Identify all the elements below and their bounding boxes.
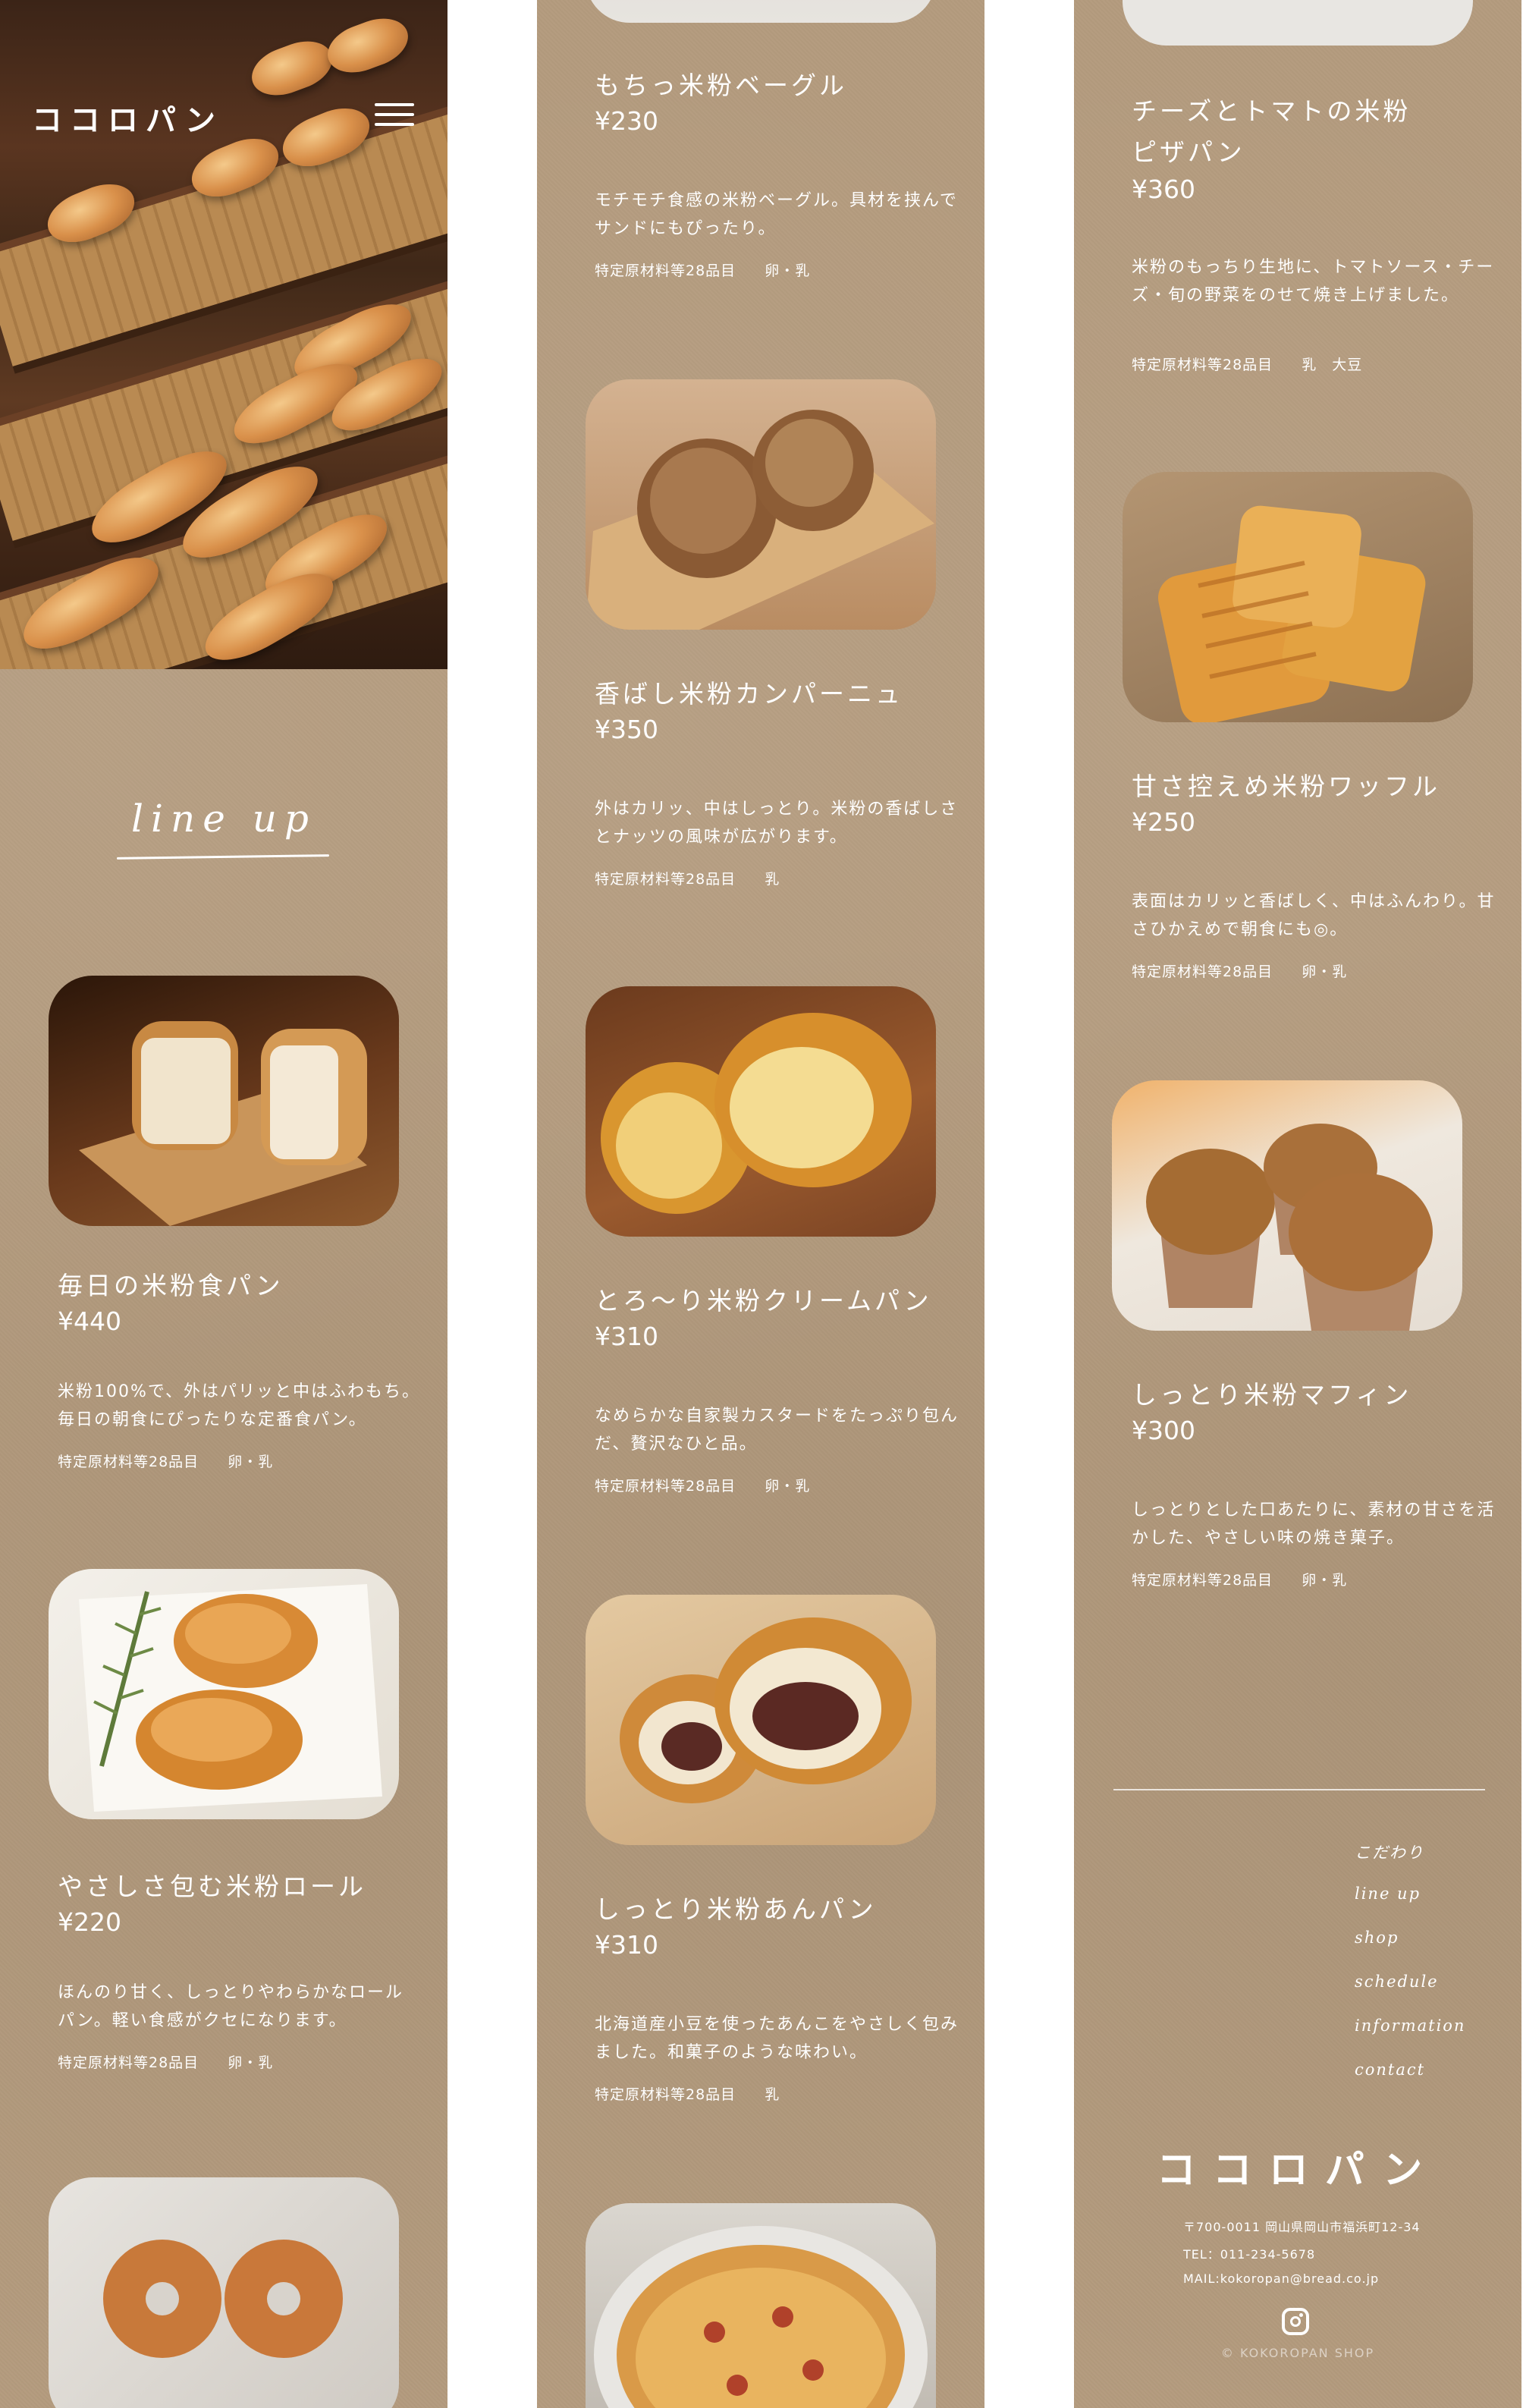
product-name: とろ～り米粉クリームパン [595,1286,932,1316]
allergen-info: 特定原材料等28品目 卵・乳 [595,259,810,280]
product-photo-campagne [586,379,936,630]
footer-nav-schedule[interactable]: schedule [1355,1973,1439,1991]
allergen-label: 特定原材料等28品目 [1132,357,1273,373]
product-photo-bagels-continued [586,0,936,23]
allergen-info: 特定原材料等28品目 卵・乳 [58,1451,273,1471]
product-price: ¥350 [595,715,658,744]
copyright: © KOKOROPAN SHOP [1220,2346,1375,2360]
product-photo-rolls [49,1569,399,1819]
product-description: しっとりとした口あたりに、素材の甘さを活かした、やさしい味の焼き菓子。 [1132,1501,1496,1548]
product-name: 甘さ控えめ米粉ワッフル [1132,772,1440,801]
section-title: line up [131,797,316,841]
section-title-underline [116,854,330,860]
product-price: ¥310 [595,1930,658,1960]
footer-nav-line-up[interactable]: line up [1355,1885,1421,1903]
product-name: しっとり米粉あんパン [595,1894,877,1924]
allergen-list: 卵・乳 [228,2054,274,2071]
product-description: 米粉100%で、外はパリッと中はふわもち。毎日の朝食にぴったりな定番食パン。 [58,1382,421,1429]
allergen-list: 卵・乳 [765,1478,811,1495]
allergen-list: 卵・乳 [1302,964,1348,980]
allergen-info: 特定原材料等28品目 乳 [595,2083,780,2104]
page-segment-bottom: チーズとトマトの米粉 ピザパン ¥360 米粉のもっちり生地に、トマトソース・チ… [1074,0,1521,2408]
allergen-label: 特定原材料等28品目 [595,1478,736,1495]
allergen-list: 乳 [765,2086,780,2103]
product-price: ¥220 [58,1907,121,1937]
footer-nav-shop[interactable]: shop [1355,1929,1399,1947]
site-logo[interactable]: ココロパン [32,96,223,140]
product-name: しっとり米粉マフィン [1132,1380,1412,1410]
product-description: 北海道産小豆を使ったあんこをやさしく包みました。和菓子のような味わい。 [595,2015,959,2062]
allergen-list: 卵・乳 [1302,1572,1348,1589]
allergen-list: 卵・乳 [765,262,811,279]
product-photo-cream-bun [586,986,936,1237]
page-segment-middle: もちっ米粉ベーグル ¥230 モチモチ食感の米粉ベーグル。具材を挟んでサンドにも… [537,0,984,2408]
allergen-info: 特定原材料等28品目 卵・乳 [1132,1569,1347,1589]
product-description: ほんのり甘く、しっとりやわらかなロールパン。軽い食感がクセになります。 [58,1983,404,2030]
allergen-label: 特定原材料等28品目 [58,2054,199,2071]
footer-address: 〒700-0011 岡山県岡山市福浜町12-34 [1183,2220,1421,2234]
allergen-info: 特定原材料等28品目 卵・乳 [595,1475,810,1495]
product-photo-bread-loaf [49,976,399,1226]
product-photo-muffins [1112,1080,1462,1331]
product-name-line-1: チーズとトマトの米粉 [1132,96,1412,126]
product-description: 外はカリッ、中はしっとり。米粉の香ばしさとナッツの風味が広がります。 [595,800,959,847]
allergen-label: 特定原材料等28品目 [595,871,736,888]
footer-divider [1113,1789,1485,1790]
product-price: ¥310 [595,1322,658,1351]
page-segment-top: ココロパン line up 毎日の米粉食パン ¥440 米粉100%で、外はパリ… [0,0,447,2408]
footer-nav-contact[interactable]: contact [1355,2061,1425,2079]
product-photo-pizza-bread [586,2203,936,2408]
product-name: もちっ米粉ベーグル [595,71,847,100]
product-price: ¥300 [1132,1416,1195,1445]
product-name: やさしさ包む米粉ロール [58,1872,366,1901]
allergen-label: 特定原材料等28品目 [58,1454,199,1470]
product-photo-pizza-plate-continued [1123,0,1473,46]
instagram-icon[interactable] [1282,2308,1309,2335]
allergen-list: 乳 [765,871,780,888]
product-price: ¥440 [58,1306,121,1336]
product-photo-bagels [49,2177,399,2408]
allergen-label: 特定原材料等28品目 [595,2086,736,2103]
footer-nav-information[interactable]: information [1355,2017,1465,2035]
product-description: 表面はカリッと香ばしく、中はふんわり。甘さひかえめで朝食にも◎。 [1132,892,1496,939]
product-name: 毎日の米粉食パン [58,1271,284,1300]
allergen-list: 乳 大豆 [1302,357,1363,373]
allergen-info: 特定原材料等28品目 卵・乳 [58,2051,273,2072]
footer-nav-kodawari[interactable]: こだわり [1355,1841,1424,1863]
product-photo-waffles [1123,472,1473,722]
footer-mail[interactable]: MAIL:kokoropan@bread.co.jp [1183,2271,1379,2286]
allergen-label: 特定原材料等28品目 [1132,1572,1273,1589]
product-name-line-2: ピザパン [1132,137,1245,167]
allergen-label: 特定原材料等28品目 [1132,964,1273,980]
allergen-info: 特定原材料等28品目 乳 [595,868,780,888]
hamburger-menu-icon[interactable] [375,103,414,126]
allergen-info: 特定原材料等28品目 乳 大豆 [1132,354,1362,374]
allergen-info: 特定原材料等28品目 卵・乳 [1132,960,1347,981]
product-description: なめらかな自家製カスタードをたっぷり包んだ、贅沢なひと品。 [595,1407,959,1454]
footer-tel: TEL：011-234-5678 [1183,2247,1316,2262]
allergen-label: 特定原材料等28品目 [595,262,736,279]
product-name: 香ばし米粉カンパーニュ [595,679,903,709]
product-price: ¥360 [1132,174,1195,204]
hero-image-bakery-shelves: ココロパン [0,0,447,669]
product-description: 米粉のもっちり生地に、トマトソース・チーズ・旬の野菜をのせて焼き上げました。 [1132,258,1495,305]
footer-logo[interactable]: ココロパン [1074,2138,1521,2195]
product-price: ¥250 [1132,807,1195,837]
product-price: ¥230 [595,106,658,136]
product-description: モチモチ食感の米粉ベーグル。具材を挟んでサンドにもぴったり。 [595,191,958,238]
allergen-list: 卵・乳 [228,1454,274,1470]
product-photo-anpan [586,1595,936,1845]
